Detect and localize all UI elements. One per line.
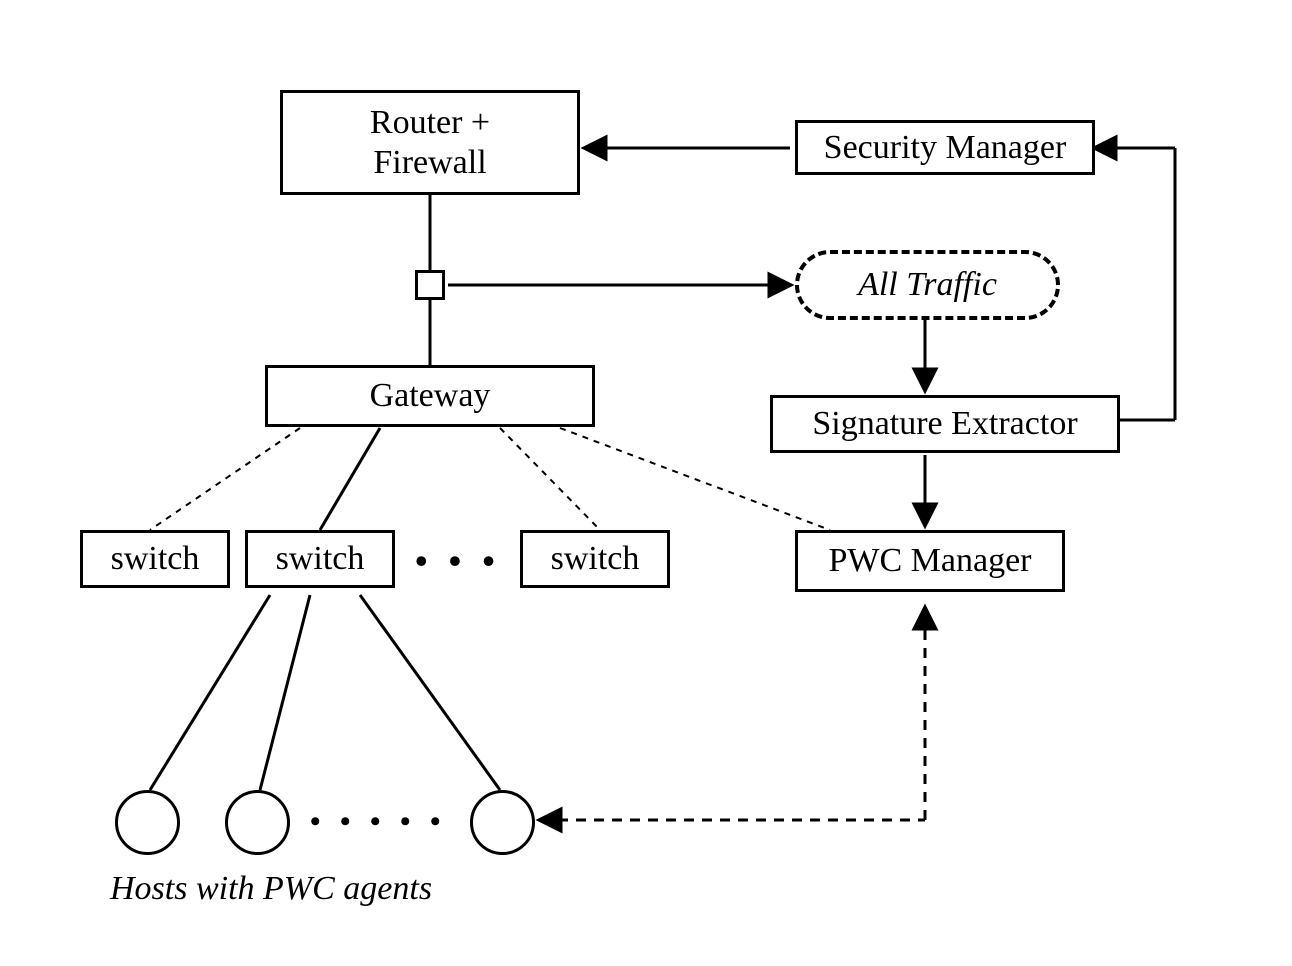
host-circle-3 [470,790,535,855]
node-switch-3: switch [520,530,670,588]
hosts-caption: Hosts with PWC agents [110,870,432,908]
connectors-layer [0,0,1292,966]
node-all-traffic: All Traffic [795,250,1060,320]
node-switch-1: switch [80,530,230,588]
node-gateway: Gateway [265,365,595,427]
node-router-firewall: Router + Firewall [280,90,580,195]
diagram-stage: { "nodes": { "router_firewall": "Router … [0,0,1292,966]
node-pwc-manager: PWC Manager [795,530,1065,592]
tap-point [415,270,445,300]
node-switch-2: switch [245,530,395,588]
node-security-manager: Security Manager [795,120,1095,175]
node-signature-extractor: Signature Extractor [770,395,1120,453]
host-circle-1 [115,790,180,855]
host-circle-2 [225,790,290,855]
ellipsis-switches: • • • [415,540,501,582]
ellipsis-hosts: • • • • • [310,805,447,839]
